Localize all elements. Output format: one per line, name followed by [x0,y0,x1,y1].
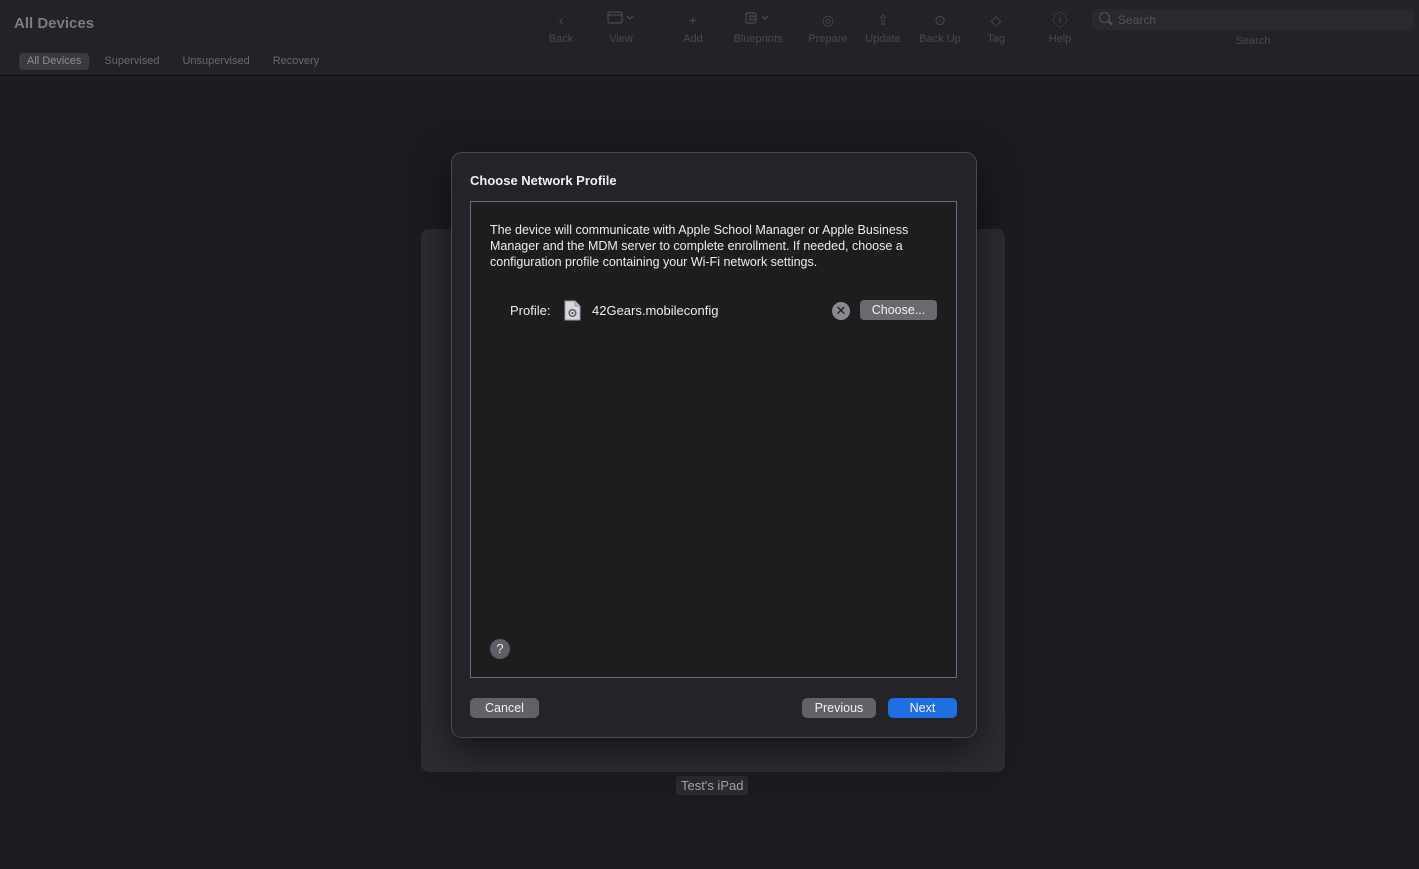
back-button[interactable]: ‹ Back [531,10,591,45]
cancel-button[interactable]: Cancel [470,698,539,718]
view-button[interactable]: View [591,10,651,45]
tag-button[interactable]: ◇ Tag [966,10,1026,45]
filter-bar: All Devices Supervised Unsupervised Reco… [19,53,334,70]
prepare-icon: ◎ [821,12,835,28]
dialog-title: Choose Network Profile [470,173,617,188]
blueprints-button[interactable]: Blueprints [728,10,788,45]
filter-recovery[interactable]: Recovery [265,53,327,70]
profile-filename: 42Gears.mobileconfig [592,303,719,318]
device-name-label: Test's iPad [676,776,749,795]
prepare-button[interactable]: ◎ Prepare [798,10,858,45]
blueprint-icon [728,10,788,30]
choose-button[interactable]: Choose... [860,300,937,320]
clear-profile-button[interactable]: ✕ [832,302,850,320]
search-field[interactable] [1092,9,1414,30]
previous-button[interactable]: Previous [802,698,876,718]
next-button[interactable]: Next [888,698,957,718]
window-icon [591,10,651,30]
update-button[interactable]: ⇪ Update [853,10,913,45]
chevron-left-icon: ‹ [558,12,564,28]
plus-icon: + [688,12,698,28]
window-title: All Devices [14,15,95,32]
filter-unsupervised[interactable]: Unsupervised [174,53,257,70]
backup-icon: ⊙ [934,12,946,28]
backup-button[interactable]: ⊙ Back Up [910,10,970,45]
view-label: View [609,33,633,45]
filter-all-devices[interactable]: All Devices [19,53,90,70]
search-label: Search [1235,35,1271,47]
search-icon [1099,12,1110,23]
profile-label: Profile: [510,303,551,318]
help-label: Help [1048,33,1072,45]
help-button[interactable]: ⓘ Help [1030,10,1090,45]
backup-label: Back Up [919,33,961,45]
update-label: Update [865,33,901,45]
back-label: Back [548,33,574,45]
add-label: Add [683,33,703,45]
tag-icon: ◇ [990,12,1002,28]
search-input[interactable] [1118,9,1398,30]
document-icon [564,300,581,321]
prepare-label: Prepare [808,33,848,45]
update-icon: ⇪ [877,12,889,28]
help-icon: ⓘ [1053,12,1067,28]
choose-network-profile-dialog: Choose Network Profile The device will c… [451,152,977,738]
tag-label: Tag [987,33,1005,45]
toolbar: All Devices All Devices Supervised Unsup… [0,0,1419,76]
blueprints-label: Blueprints [733,33,783,45]
dialog-content-panel: The device will communicate with Apple S… [470,201,957,678]
dialog-description: The device will communicate with Apple S… [490,223,909,269]
add-button[interactable]: + Add [663,10,723,45]
question-mark-icon[interactable]: ? [490,639,510,659]
filter-supervised[interactable]: Supervised [96,53,167,70]
